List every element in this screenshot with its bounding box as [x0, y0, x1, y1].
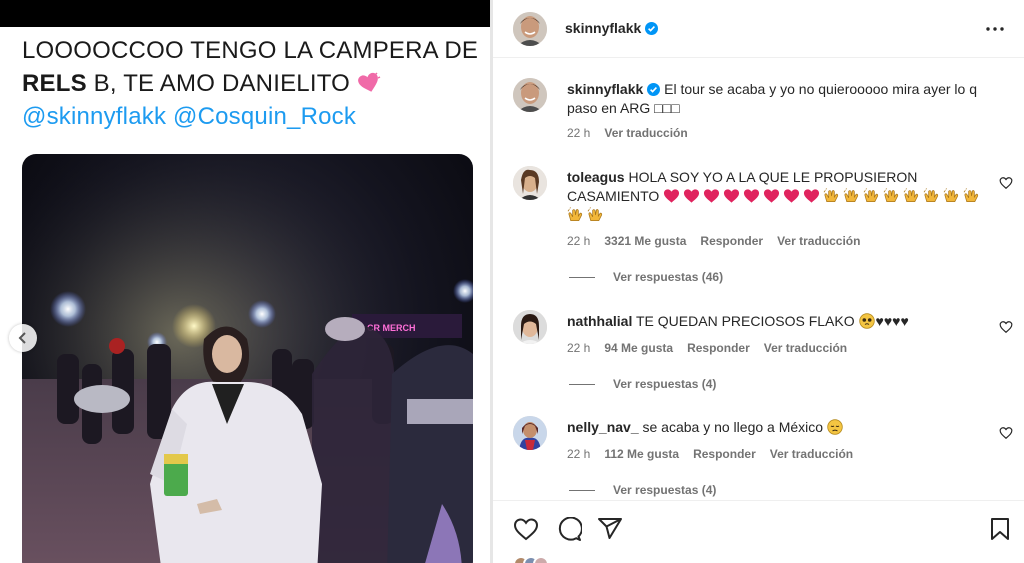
- header-username[interactable]: skinnyflakk: [565, 20, 641, 36]
- comment-text-block: nelly_nav_ se acaba y no llego a México: [567, 418, 987, 437]
- previous-media-button[interactable]: [9, 324, 37, 352]
- comment-avatar[interactable]: [513, 416, 547, 450]
- comment-meta: 22 h 94 Me gusta Responder Ver traducción: [567, 341, 861, 355]
- verified-badge-icon: [647, 83, 661, 96]
- comment-item: nathhalial TE QUEDAN PRECIOSOS FLAKO ♥♥♥…: [493, 304, 1024, 404]
- comment-text-block: toleagus HOLA SOY YO A LA QUE LE PROPUSI…: [567, 168, 987, 225]
- comment-like-count[interactable]: 94 Me gusta: [604, 341, 673, 355]
- red-heart-emoji-icon: [764, 189, 780, 203]
- red-heart-emoji-icon: [804, 189, 820, 203]
- disappointed-face-emoji-icon: [827, 419, 843, 435]
- tweet-line-2: RELS B, TE AMO DANIELITO: [22, 67, 482, 100]
- like-icon[interactable]: [999, 320, 1013, 334]
- view-replies-label: Ver respuestas (46): [613, 270, 724, 284]
- tweet-mentions: @skinnyflakk @Cosquin_Rock: [22, 100, 482, 133]
- tweet-line-1: LOOOOCCOO TENGO LA CAMPERA DE: [22, 37, 479, 64]
- clapping-hands-emoji-icon: [823, 188, 839, 203]
- caption-username[interactable]: skinnyflakk: [567, 81, 643, 97]
- tweet-mention-cosquin-rock: @Cosquin_Rock: [173, 103, 357, 130]
- pleading-face-emoji-icon: [858, 313, 875, 329]
- comment-item: nelly_nav_ se acaba y no llego a México …: [493, 410, 1024, 500]
- comment-username[interactable]: toleagus: [567, 169, 625, 185]
- clapping-hands-emoji-icon: [587, 207, 603, 222]
- caption-meta: 22 h Ver traducción: [567, 126, 702, 140]
- caption-translate-link[interactable]: Ver traducción: [604, 126, 687, 140]
- comment-text: se acaba y no llego a México: [642, 419, 824, 435]
- reply-button[interactable]: Responder: [693, 447, 756, 461]
- comment-time: 22 h: [567, 234, 591, 248]
- clapping-hands-emoji-icon: [863, 188, 879, 203]
- tweet-line-2-rest: B, TE AMO DANIELITO: [86, 70, 357, 97]
- comment-icon[interactable]: [556, 517, 582, 541]
- red-heart-emoji-icon: [724, 189, 740, 203]
- clapping-hands-emoji-icon: [843, 188, 859, 203]
- caption-text-block: skinnyflakk El tour se acaba y yo no qui…: [567, 80, 987, 118]
- post-action-bar: [493, 500, 1024, 563]
- reply-button[interactable]: Responder: [700, 234, 763, 248]
- view-replies-label: Ver respuestas (4): [613, 377, 717, 391]
- red-heart-emoji-icon: [784, 189, 800, 203]
- comment-text: TE QUEDAN PRECIOSOS FLAKO: [636, 313, 855, 329]
- comment-translate-link[interactable]: Ver traducción: [764, 341, 847, 355]
- clapping-hands-emoji-icon: [883, 188, 899, 203]
- red-heart-emoji-icon: [684, 189, 700, 203]
- like-icon[interactable]: [513, 517, 539, 541]
- comment-time: 22 h: [567, 341, 591, 355]
- comment-like-count[interactable]: 112 Me gusta: [604, 447, 679, 461]
- clapping-hands-emoji-icon: [903, 188, 919, 203]
- like-icon[interactable]: [999, 176, 1013, 190]
- post-header: skinnyflakk: [493, 0, 1024, 58]
- comment-username[interactable]: nelly_nav_: [567, 419, 639, 435]
- liked-by-avatars[interactable]: [513, 556, 549, 563]
- comment-avatar[interactable]: [513, 166, 547, 200]
- more-options-button[interactable]: [984, 19, 1006, 39]
- clapping-hands-emoji-icon: [963, 188, 979, 203]
- red-heart-emoji-icon: [744, 189, 760, 203]
- more-options-icon: [986, 27, 1004, 31]
- comment-meta: 22 h 112 Me gusta Responder Ver traducción: [567, 447, 867, 461]
- header-author: skinnyflakk: [565, 20, 659, 38]
- verified-badge-icon: [645, 22, 659, 35]
- view-replies-button[interactable]: Ver respuestas (4): [569, 483, 716, 497]
- view-replies-label: Ver respuestas (4): [613, 483, 717, 497]
- sparkling-heart-emoji-icon: [358, 72, 381, 92]
- post-panel: skinnyflakk skinnyflakk El tour se acaba…: [493, 0, 1024, 563]
- clapping-hands-emoji-icon: [943, 188, 959, 203]
- tweet-screenshot-text: LOOOOCCOO TENGO LA CAMPERA DE RELS B, TE…: [22, 34, 482, 133]
- media-top-bar: [0, 0, 492, 27]
- caption-time: 22 h: [567, 126, 591, 140]
- red-heart-emoji-icon: [704, 189, 720, 203]
- comment-text-block: nathhalial TE QUEDAN PRECIOSOS FLAKO ♥♥♥…: [567, 312, 987, 331]
- share-icon[interactable]: [597, 517, 623, 541]
- comment-hearts: ♥♥♥♥: [875, 313, 909, 329]
- comment-avatar[interactable]: [513, 310, 547, 344]
- red-heart-emoji-icon: [664, 189, 680, 203]
- caption-avatar[interactable]: [513, 78, 547, 112]
- post-caption: skinnyflakk El tour se acaba y yo no qui…: [493, 72, 1024, 152]
- comment-translate-link[interactable]: Ver traducción: [770, 447, 853, 461]
- reply-button[interactable]: Responder: [687, 341, 750, 355]
- clapping-hands-emoji-icon: [923, 188, 939, 203]
- tweet-bold-word: RELS: [22, 70, 87, 97]
- comment-username[interactable]: nathhalial: [567, 313, 632, 329]
- post-media: LOOOOCCOO TENGO LA CAMPERA DE RELS B, TE…: [0, 0, 492, 563]
- comment-item: toleagus HOLA SOY YO A LA QUE LE PROPUSI…: [493, 160, 1024, 290]
- chevron-left-icon: [18, 332, 26, 344]
- bookmark-icon[interactable]: [987, 517, 1013, 541]
- comment-meta: 22 h 3321 Me gusta Responder Ver traducción: [567, 234, 874, 248]
- comment-translate-link[interactable]: Ver traducción: [777, 234, 860, 248]
- author-avatar[interactable]: [513, 12, 547, 46]
- comment-time: 22 h: [567, 447, 591, 461]
- tweet-mention-skinnyflakk: @skinnyflakk: [22, 103, 167, 130]
- view-replies-button[interactable]: Ver respuestas (46): [569, 270, 723, 284]
- view-replies-button[interactable]: Ver respuestas (4): [569, 377, 716, 391]
- comment-like-count[interactable]: 3321 Me gusta: [604, 234, 686, 248]
- clapping-hands-emoji-icon: [567, 207, 583, 222]
- like-icon[interactable]: [999, 426, 1013, 440]
- concert-photo: CR MERCH: [22, 154, 473, 563]
